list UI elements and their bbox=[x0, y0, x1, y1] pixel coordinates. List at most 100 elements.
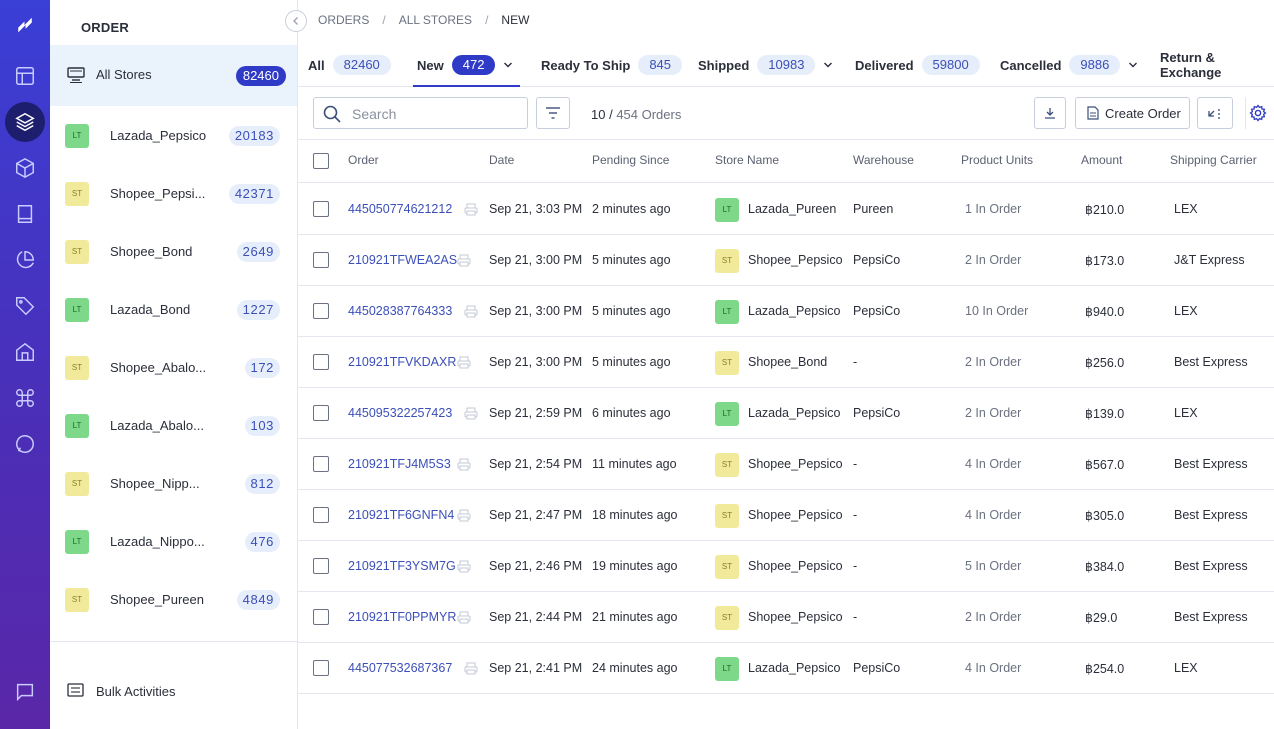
tab-shipped[interactable]: Shipped 10983 bbox=[698, 54, 833, 76]
order-id-link[interactable]: 445050774621212 bbox=[348, 202, 452, 216]
chat-icon[interactable] bbox=[5, 424, 45, 464]
collapse-sidebar-button[interactable] bbox=[285, 10, 307, 32]
tab-new[interactable]: New 472 bbox=[417, 54, 513, 76]
layout-icon[interactable] bbox=[5, 56, 45, 96]
store-count: 4849 bbox=[236, 590, 280, 610]
table-row[interactable]: 210921TF0PPMYR Sep 21, 2:44 PM 21 minutes … bbox=[298, 592, 1274, 643]
store-name: Shopee_Pepsico bbox=[748, 508, 843, 522]
download-button[interactable] bbox=[1034, 97, 1066, 129]
row-checkbox[interactable] bbox=[313, 456, 329, 472]
row-checkbox[interactable] bbox=[313, 252, 329, 268]
tab-count: 10983 bbox=[757, 55, 816, 75]
printer-icon[interactable] bbox=[457, 356, 471, 369]
table-row[interactable]: 210921TFJ4M5S3 Sep 21, 2:54 PM 11 minutes … bbox=[298, 439, 1274, 490]
table-row[interactable]: 210921TF6GNFN4 Sep 21, 2:47 PM 18 minutes … bbox=[298, 490, 1274, 541]
column-order[interactable]: Order bbox=[348, 153, 379, 167]
store-avatar: ST bbox=[65, 182, 89, 206]
column-shipping-carrier[interactable]: Shipping Carrier bbox=[1170, 153, 1257, 167]
order-id-link[interactable]: 210921TF3YSM7G bbox=[348, 559, 456, 573]
printer-icon[interactable] bbox=[457, 509, 471, 522]
sidebar-item-store[interactable]: LT Lazada_Pepsico 20183 bbox=[50, 107, 297, 165]
message-icon[interactable] bbox=[5, 672, 45, 712]
column-date[interactable]: Date bbox=[489, 153, 514, 167]
row-checkbox[interactable] bbox=[313, 660, 329, 676]
table-row[interactable]: 210921TF3YSM7G Sep 21, 2:46 PM 19 minutes … bbox=[298, 541, 1274, 592]
sidebar-item-store[interactable]: ST Shopee_Bond 2649 bbox=[50, 223, 297, 281]
printer-icon[interactable] bbox=[464, 662, 478, 675]
order-id-link[interactable]: 210921TF6GNFN4 bbox=[348, 508, 454, 522]
printer-icon[interactable] bbox=[464, 203, 478, 216]
breadcrumb-item-all-stores[interactable]: ALL STORES bbox=[399, 13, 472, 27]
order-id-link[interactable]: 445095322257423 bbox=[348, 406, 452, 420]
order-id-link[interactable]: 445077532687367 bbox=[348, 661, 452, 675]
chevron-down-icon[interactable] bbox=[823, 60, 833, 70]
chevron-down-icon[interactable] bbox=[503, 60, 513, 70]
order-id-link[interactable]: 210921TFWEA2AS bbox=[348, 253, 457, 267]
printer-icon[interactable] bbox=[457, 560, 471, 573]
table-row[interactable]: 445050774621212 Sep 21, 3:03 PM 2 minutes … bbox=[298, 184, 1274, 235]
box-icon[interactable] bbox=[5, 148, 45, 188]
home-icon[interactable] bbox=[5, 332, 45, 372]
sidebar-item-all-stores[interactable]: All Stores 82460 bbox=[50, 45, 297, 106]
order-id-link[interactable]: 210921TFJ4M5S3 bbox=[348, 457, 451, 471]
row-checkbox[interactable] bbox=[313, 201, 329, 217]
pending-since: 18 minutes ago bbox=[592, 508, 678, 522]
table-row[interactable]: 210921TFVKDAXR Sep 21, 3:00 PM 5 minutes a… bbox=[298, 337, 1274, 388]
tab-return-exchange[interactable]: Return & Exchange bbox=[1160, 50, 1274, 80]
store-name: Lazada_Pepsico bbox=[748, 304, 841, 318]
printer-icon[interactable] bbox=[457, 458, 471, 471]
tab-label: All bbox=[308, 57, 325, 73]
table-row[interactable]: 210921TFWEA2AS Sep 21, 3:00 PM 5 minutes a… bbox=[298, 235, 1274, 286]
row-checkbox[interactable] bbox=[313, 558, 329, 574]
column-amount[interactable]: Amount bbox=[1081, 153, 1122, 167]
tab-delivered[interactable]: Delivered 59800 bbox=[855, 54, 980, 76]
pie-chart-icon[interactable] bbox=[5, 240, 45, 280]
breadcrumb-item-orders[interactable]: ORDERS bbox=[318, 13, 369, 27]
create-order-button[interactable]: Create Order bbox=[1075, 97, 1190, 129]
sidebar-item-store[interactable]: ST Shopee_Pepsi... 42371 bbox=[50, 165, 297, 223]
sidebar-item-store[interactable]: ST Shopee_Abalo... 172 bbox=[50, 339, 297, 397]
logo-icon[interactable] bbox=[5, 6, 45, 46]
row-checkbox[interactable] bbox=[313, 609, 329, 625]
sidebar-item-store[interactable]: LT Lazada_Bond 1227 bbox=[50, 281, 297, 339]
tab-all[interactable]: All 82460 bbox=[308, 54, 391, 76]
row-checkbox[interactable] bbox=[313, 507, 329, 523]
book-icon[interactable] bbox=[5, 194, 45, 234]
table-row[interactable]: 445077532687367 Sep 21, 2:41 PM 24 minutes… bbox=[298, 643, 1274, 694]
download-icon bbox=[1045, 108, 1055, 119]
search-input[interactable] bbox=[352, 104, 522, 124]
sidebar-item-store[interactable]: ST Shopee_Pureen 4849 bbox=[50, 571, 297, 629]
collapse-columns-button[interactable] bbox=[1197, 97, 1233, 129]
shipping-carrier: LEX bbox=[1174, 202, 1198, 216]
column-pending-since[interactable]: Pending Since bbox=[592, 153, 669, 167]
printer-icon[interactable] bbox=[464, 407, 478, 420]
table-row[interactable]: 445095322257423 Sep 21, 2:59 PM 6 minutes … bbox=[298, 388, 1274, 439]
printer-icon[interactable] bbox=[457, 611, 471, 624]
tag-icon[interactable] bbox=[5, 286, 45, 326]
bulk-activities-link[interactable]: Bulk Activities bbox=[67, 683, 175, 699]
chevron-down-icon[interactable] bbox=[1128, 60, 1138, 70]
select-all-checkbox[interactable] bbox=[313, 153, 329, 169]
tab-cancelled[interactable]: Cancelled 9886 bbox=[1000, 54, 1138, 76]
sidebar-item-store[interactable]: LT Lazada_Nippo... 476 bbox=[50, 513, 297, 571]
shipping-carrier: Best Express bbox=[1174, 610, 1248, 624]
sidebar-item-store[interactable]: LT Lazada_Abalo... 103 bbox=[50, 397, 297, 455]
printer-icon[interactable] bbox=[457, 254, 471, 267]
printer-icon[interactable] bbox=[464, 305, 478, 318]
order-id-link[interactable]: 445028387764333 bbox=[348, 304, 452, 318]
row-checkbox[interactable] bbox=[313, 303, 329, 319]
command-icon[interactable] bbox=[5, 378, 45, 418]
row-checkbox[interactable] bbox=[313, 405, 329, 421]
layers-icon[interactable] bbox=[5, 102, 45, 142]
row-checkbox[interactable] bbox=[313, 354, 329, 370]
sidebar-item-store[interactable]: ST Shopee_Nipp... 812 bbox=[50, 455, 297, 513]
gear-icon[interactable] bbox=[1249, 104, 1267, 122]
column-store-name[interactable]: Store Name bbox=[715, 153, 779, 167]
filter-button[interactable] bbox=[536, 97, 570, 129]
table-row[interactable]: 445028387764333 Sep 21, 3:00 PM 5 minutes … bbox=[298, 286, 1274, 337]
order-id-link[interactable]: 210921TF0PPMYR bbox=[348, 610, 456, 624]
column-warehouse[interactable]: Warehouse bbox=[853, 153, 914, 167]
column-product-units[interactable]: Product Units bbox=[961, 153, 1033, 167]
tab-ready-to-ship[interactable]: Ready To Ship 845 bbox=[541, 54, 683, 76]
order-id-link[interactable]: 210921TFVKDAXR bbox=[348, 355, 456, 369]
